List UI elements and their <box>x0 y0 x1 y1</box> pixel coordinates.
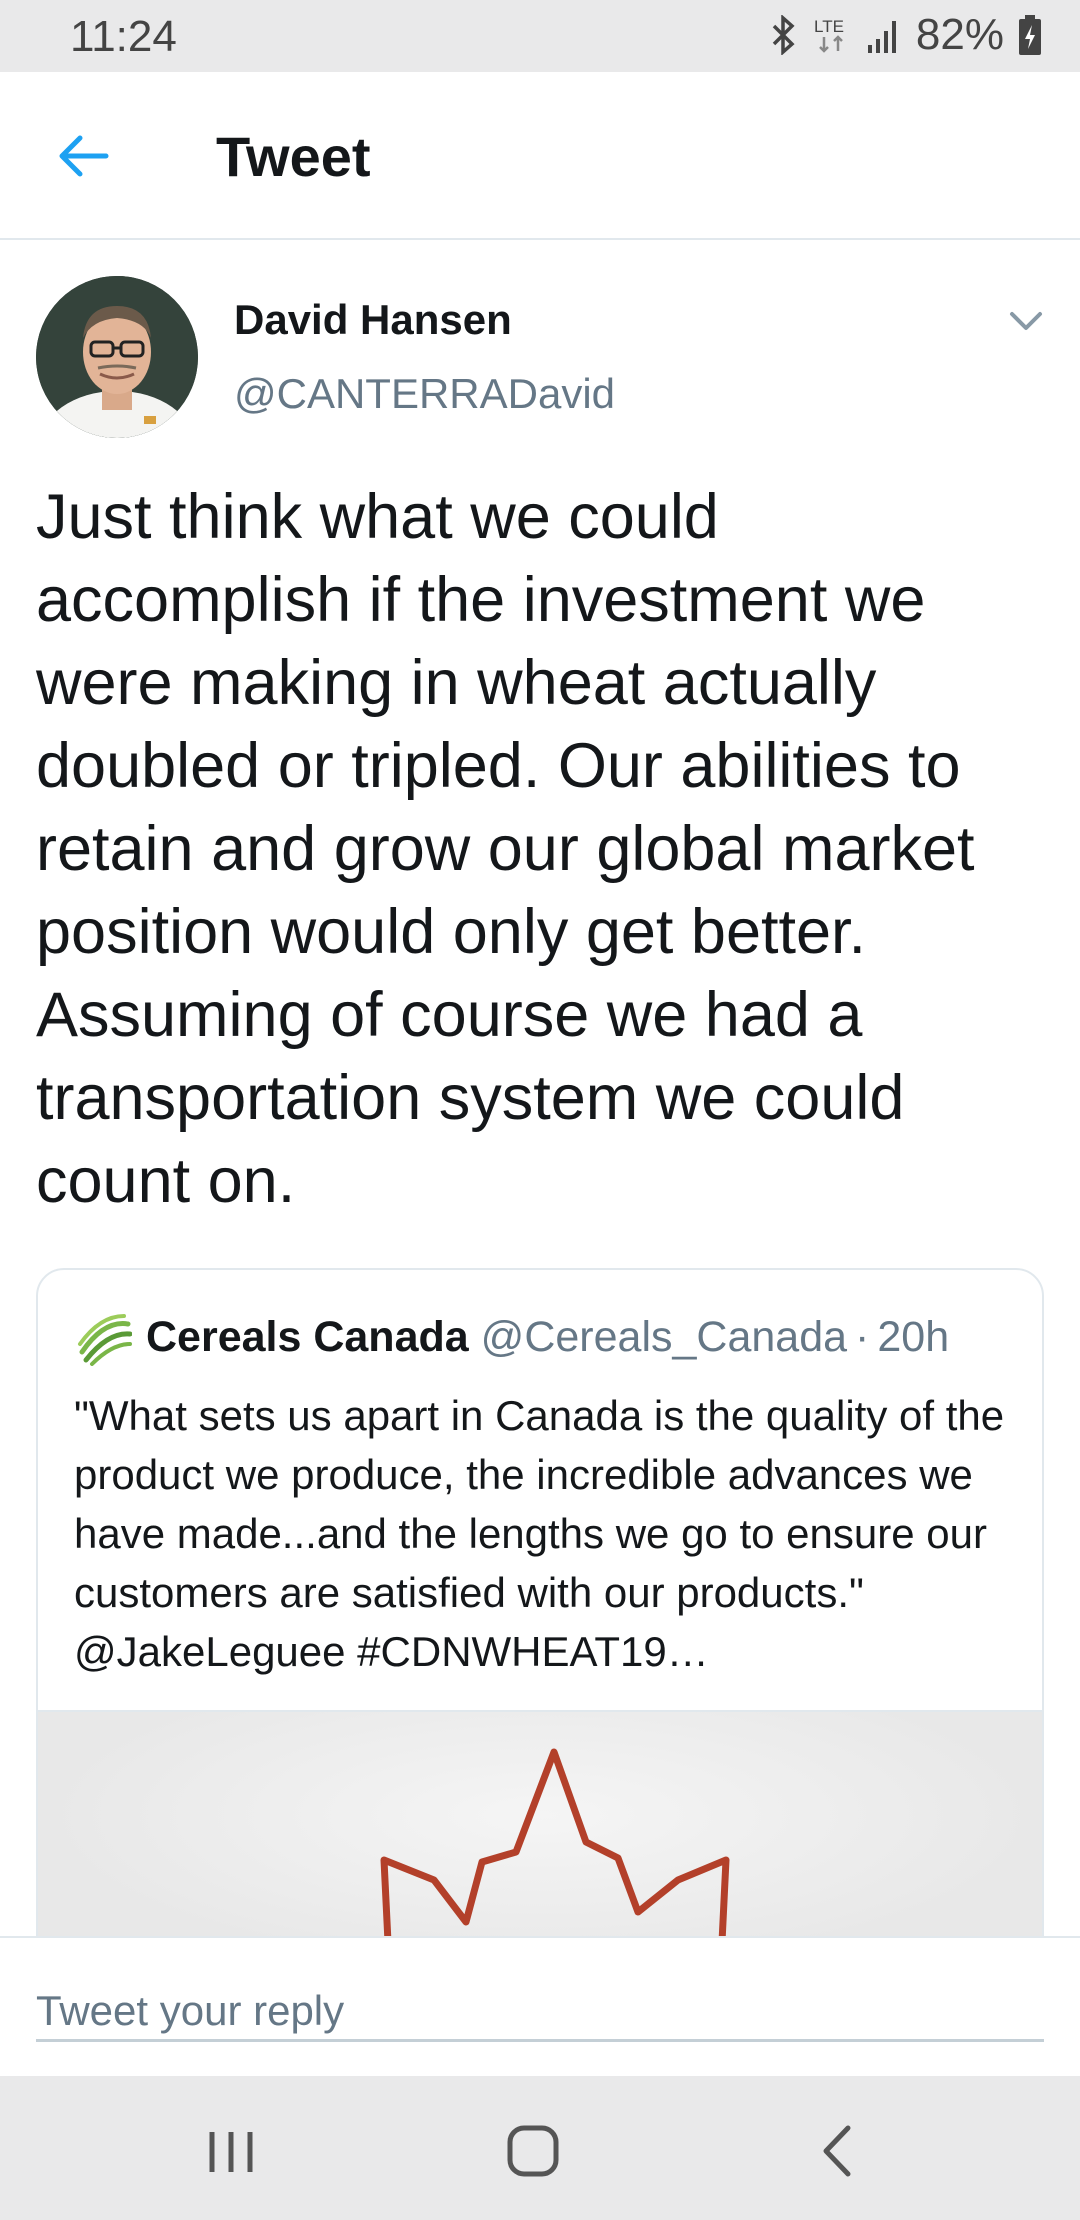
reply-input[interactable] <box>36 1982 1044 2042</box>
quoted-author-name: Cereals Canada <box>146 1312 469 1361</box>
reply-bar <box>0 1936 1080 2076</box>
home-icon[interactable] <box>498 2116 568 2186</box>
status-icons: LTE 82% <box>768 10 1042 60</box>
signal-icon <box>867 21 896 53</box>
quoted-separator: · <box>855 1312 870 1361</box>
top-app-bar: Tweet <box>0 72 1080 240</box>
author-handle[interactable]: @CANTERRADavid <box>234 370 615 418</box>
author-name[interactable]: David Hansen <box>234 296 512 344</box>
quoted-author-handle: @Cereals_Canada <box>480 1312 848 1361</box>
chevron-down-icon[interactable] <box>1006 300 1046 340</box>
cereals-canada-logo-icon <box>78 1314 132 1366</box>
battery-charging-icon <box>1019 15 1041 55</box>
status-bar: 11:24 LTE 82% <box>0 0 1080 72</box>
battery-percent: 82% <box>915 10 1004 59</box>
bluetooth-icon <box>772 15 795 55</box>
page-title: Tweet <box>216 125 371 188</box>
quoted-tweet-text: "What sets us apart in Canada is the qua… <box>74 1392 1005 1675</box>
quoted-tweet-card[interactable]: Cereals Canada @Cereals_Canada · 20h "Wh… <box>36 1268 1044 1968</box>
svg-text:LTE: LTE <box>814 17 844 36</box>
author-avatar[interactable] <box>36 276 198 438</box>
lte-icon: LTE <box>814 17 844 53</box>
quoted-timestamp: 20h <box>877 1312 950 1361</box>
recents-icon[interactable] <box>196 2116 266 2186</box>
maple-leaf-image <box>380 1748 730 1946</box>
status-time: 11:24 <box>70 12 177 61</box>
back-icon[interactable] <box>804 2116 874 2186</box>
tweet-text: Just think what we could accomplish if t… <box>36 482 975 1216</box>
system-nav-bar <box>0 2076 1080 2220</box>
quoted-tweet-media[interactable] <box>38 1710 1042 1966</box>
back-arrow-icon[interactable] <box>52 124 116 188</box>
quoted-tweet-header: Cereals Canada @Cereals_Canada · 20h <box>74 1308 949 1366</box>
